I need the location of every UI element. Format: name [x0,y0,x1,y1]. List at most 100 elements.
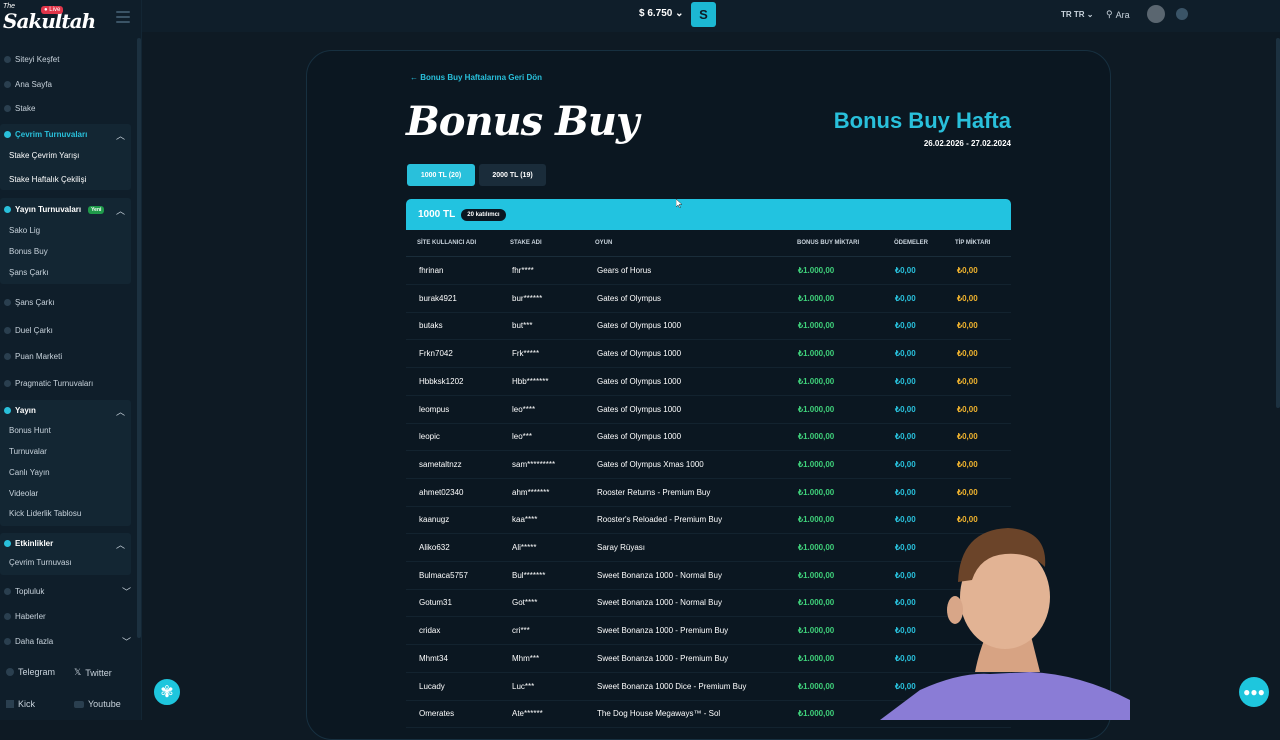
balance-dropdown[interactable]: $ 6.750 ⌄ [639,8,684,19]
cell-game: Sweet Bonanza 1000 - Normal Buy [597,598,722,608]
cell-site-user: Mhmt34 [419,653,448,663]
sidebar-item-ana-sayfa[interactable]: Ana Sayfa [4,80,52,89]
chat-fab-button[interactable]: ●●● [1239,677,1269,707]
sidebar-item-sans-carki-sub[interactable]: Şans Çarkı [9,268,49,277]
sidebar-group-yayin: Yayın ︿ Bonus Hunt Turnuvalar Canlı Yayı… [0,400,131,526]
wheel-fab-button[interactable]: ✾ [152,677,182,707]
user-avatar[interactable] [1147,5,1165,23]
kick-icon [6,700,14,708]
chevron-up-icon[interactable]: ︿ [116,405,125,418]
table-title: 1000 TL [418,209,456,220]
sidebar-item-stake[interactable]: Stake [4,104,35,113]
cell-stake-name: Hbb******* [512,376,549,386]
sidebar-item-daha-fazla[interactable]: Daha fazla ﹀ [4,637,131,647]
cell-stake-name: but*** [512,321,533,331]
cell-tip: ₺0,00 [957,432,978,442]
notification-icon[interactable] [1176,8,1188,20]
col-oyun: OYUN [595,240,613,246]
x-icon: 𝕏 [74,667,82,677]
kick-link[interactable]: Kick [6,699,35,709]
chevron-up-icon[interactable]: ︿ [116,204,125,217]
col-odemeler: ÖDEMELER [894,240,929,246]
sidebar-group-cevrim-header[interactable]: Çevrim Turnuvaları [4,130,87,139]
cell-game: The Dog House Megaways™ - Sol [597,709,721,719]
stake-icon [4,105,11,112]
cell-site-user: Aliko632 [419,543,450,552]
sidebar-group-cevrim: Çevrim Turnuvaları ︿ Stake Çevrim Yarışı… [0,124,131,190]
table-row: fhrinan fhr**** Gears of Horus ₺1.000,00 ₺0,… [406,257,1011,285]
participants-badge: 20 katılımcı [461,208,506,221]
sidebar-item-sako-lig[interactable]: Sako Lig [9,226,40,235]
cell-bonus-amount: ₺1.000,00 [798,515,835,525]
sidebar-item-cevrim-turnuvasi[interactable]: Çevrim Turnuvası [9,558,72,567]
table-row: burak4921 bur****** Gates of Olympus ₺1.000… [406,285,1011,313]
sidebar-item-duel-carki[interactable]: Duel Çarkı [4,326,53,335]
site-logo[interactable]: The Sakultah ● Live [3,3,96,33]
cell-payout: ₺0,00 [895,293,916,303]
tab-1000-tl[interactable]: 1000 TL (20) [407,164,475,186]
trophy-icon [4,131,11,138]
sidebar-item-kick-liderlik[interactable]: Kick Liderlik Tablosu [9,509,81,518]
sidebar-item-haberler[interactable]: Haberler [4,612,46,621]
twitter-link[interactable]: 𝕏 Twitter [74,667,112,678]
cell-stake-name: Ali***** [512,543,537,552]
sidebar-item-bonus-buy[interactable]: Bonus Buy [9,247,48,256]
cell-game: Gates of Olympus 1000 [597,349,682,359]
cell-bonus-amount: ₺1.000,00 [798,432,835,442]
chat-icon: ●●● [1243,685,1265,699]
chevron-up-icon[interactable]: ︿ [116,538,125,551]
cell-payout: ₺0,00 [895,376,916,386]
cell-stake-name: bur****** [512,293,543,303]
sidebar-group-yayin-header[interactable]: Yayın [4,406,36,415]
sidebar-group-etkinlikler-header[interactable]: Etkinlikler [4,539,53,548]
sidebar-item-topluluk[interactable]: Topluluk ﹀ [4,587,131,597]
new-badge: Yeni [88,205,105,214]
more-icon [4,638,11,645]
wallet-button[interactable]: S [691,2,716,27]
sidebar-item-turnuvalar[interactable]: Turnuvalar [9,447,47,456]
sidebar-item-siteyi-kesfet[interactable]: Siteyi Keşfet [4,55,59,64]
cell-stake-name: kaa**** [512,515,538,525]
cell-stake-name: sam********* [512,459,556,469]
sidebar-group-yayin-turnuvalari-header[interactable]: Yayın Turnuvaları Yeni [4,205,105,214]
cell-game: Sweet Bonanza 1000 - Normal Buy [597,570,722,580]
back-link[interactable]: ← Bonus Buy Haftalarına Geri Dön [410,73,542,82]
cell-tip: ₺0,00 [957,349,978,359]
sidebar-item-stake-haftalik-cekilisi[interactable]: Stake Haftalık Çekilişi [9,175,86,184]
cell-tip: ₺0,00 [957,266,978,275]
chevron-up-icon[interactable]: ︿ [116,129,125,142]
wallet-icon: S [699,7,708,22]
sidebar-item-bonus-hunt[interactable]: Bonus Hunt [9,426,51,435]
sidebar-item-stake-cevrim-yarisi[interactable]: Stake Çevrim Yarışı [9,151,79,160]
sidebar-item-puan-marketi[interactable]: Puan Marketi [4,352,62,361]
telegram-icon [6,668,14,676]
cell-bonus-amount: ₺1.000,00 [798,321,835,331]
cell-game: Gates of Olympus [597,293,662,303]
cell-payout: ₺0,00 [895,432,916,442]
menu-toggle-icon[interactable] [116,11,130,23]
cell-game: Gates of Olympus 1000 [597,376,682,386]
cell-game: Sweet Bonanza 1000 - Premium Buy [597,653,729,663]
cell-site-user: kaanugz [419,515,450,525]
language-selector[interactable]: TR TR ⌄ [1061,10,1093,19]
sidebar-item-canli-yayin[interactable]: Canlı Yayın [9,468,50,477]
tab-2000-tl[interactable]: 2000 TL (19) [479,164,546,186]
cell-bonus-amount: ₺1.000,00 [798,681,835,691]
youtube-link[interactable]: Youtube [74,699,121,709]
cell-bonus-amount: ₺1.000,00 [798,598,835,608]
page-scrollbar[interactable] [1276,38,1280,408]
sidebar-item-pragmatic[interactable]: Pragmatic Turnuvaları [4,379,93,388]
telegram-link[interactable]: Telegram [6,667,55,677]
mouse-cursor-icon [676,199,682,208]
sidebar: The Sakultah ● Live Siteyi Keşfet Ana Sa… [0,0,142,720]
search-button[interactable]: ⚲ Ara [1106,9,1130,20]
sidebar-item-sans-carki[interactable]: Şans Çarkı [4,298,55,307]
cell-site-user: leopic [419,432,440,442]
sidebar-item-videolar[interactable]: Videolar [9,489,38,498]
cell-game: Sweet Bonanza 1000 - Premium Buy [597,626,729,636]
sidebar-scrollbar[interactable] [137,38,141,638]
streamer-webcam [880,528,1130,720]
cell-site-user: Frkn7042 [419,349,453,359]
col-site-kullanici: SİTE KULLANICI ADI [417,240,477,246]
cell-stake-name: cri*** [512,626,530,636]
